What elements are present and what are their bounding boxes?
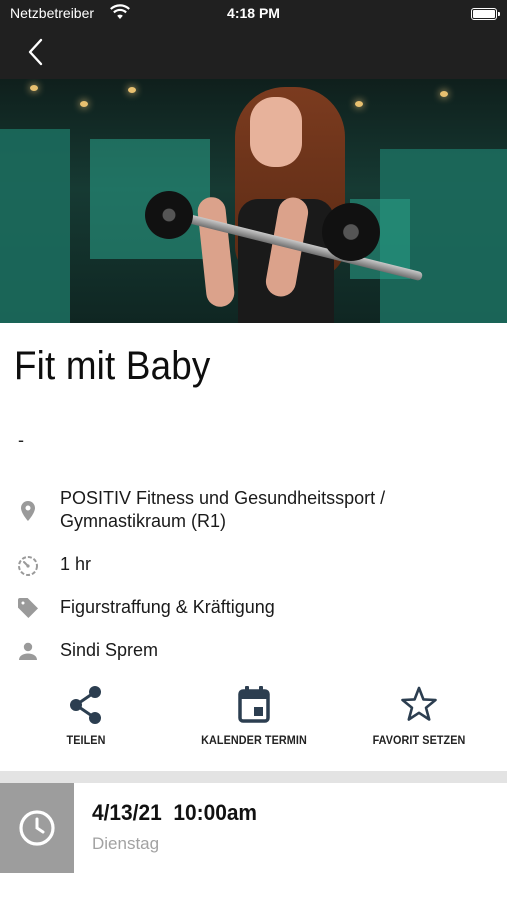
favorite-button[interactable]: FAVORIT SETZEN bbox=[366, 683, 472, 747]
chevron-left-icon bbox=[28, 38, 43, 66]
hero-image bbox=[0, 79, 507, 323]
section-divider bbox=[0, 771, 507, 783]
top-bar: Netzbetreiber 4:18 PM bbox=[0, 0, 507, 79]
calendar-label: KALENDER TERMIN bbox=[201, 733, 307, 747]
schedule-time: 10:00am bbox=[173, 800, 258, 825]
share-icon bbox=[70, 686, 101, 724]
calendar-button[interactable]: KALENDER TERMIN bbox=[192, 683, 316, 747]
person-icon bbox=[16, 639, 40, 663]
schedule-card[interactable]: 4/13/21 10:00am Dienstag bbox=[0, 783, 507, 873]
duration-text: 1 hr bbox=[60, 554, 92, 574]
calendar-icon bbox=[238, 686, 270, 723]
schedule-datetime: 4/13/21 10:00am bbox=[92, 800, 257, 826]
back-button[interactable] bbox=[24, 37, 48, 67]
location-line-1: POSITIV Fitness und Gesundheitssport / bbox=[60, 488, 386, 508]
clock-icon bbox=[19, 810, 55, 846]
share-label: TEILEN bbox=[66, 733, 106, 747]
location-pin-icon bbox=[16, 499, 40, 523]
location-line-2: Gymnastikraum (R1) bbox=[60, 511, 227, 531]
timer-icon bbox=[16, 553, 40, 577]
category-text: Figurstraffung & Kräftigung bbox=[60, 597, 275, 617]
status-time: 4:18 PM bbox=[227, 5, 280, 21]
battery-icon bbox=[471, 8, 500, 20]
trainer-text: Sindi Sprem bbox=[60, 640, 159, 660]
star-icon bbox=[401, 686, 437, 721]
event-subtitle: - bbox=[18, 430, 24, 450]
tag-icon bbox=[16, 596, 40, 620]
event-title: Fit mit Baby bbox=[14, 344, 211, 388]
schedule-date: 4/13/21 bbox=[92, 800, 162, 825]
favorite-label: FAVORIT SETZEN bbox=[372, 733, 466, 747]
schedule-weekday: Dienstag bbox=[92, 834, 160, 853]
clock-box bbox=[0, 783, 74, 873]
location-text: POSITIV Fitness und Gesundheitssport / G… bbox=[60, 487, 385, 533]
share-button[interactable]: TEILEN bbox=[44, 683, 128, 747]
status-bar: Netzbetreiber 4:18 PM bbox=[0, 4, 507, 26]
action-bar: TEILEN KALENDER TERMIN FAVORIT SETZEN bbox=[0, 683, 507, 763]
